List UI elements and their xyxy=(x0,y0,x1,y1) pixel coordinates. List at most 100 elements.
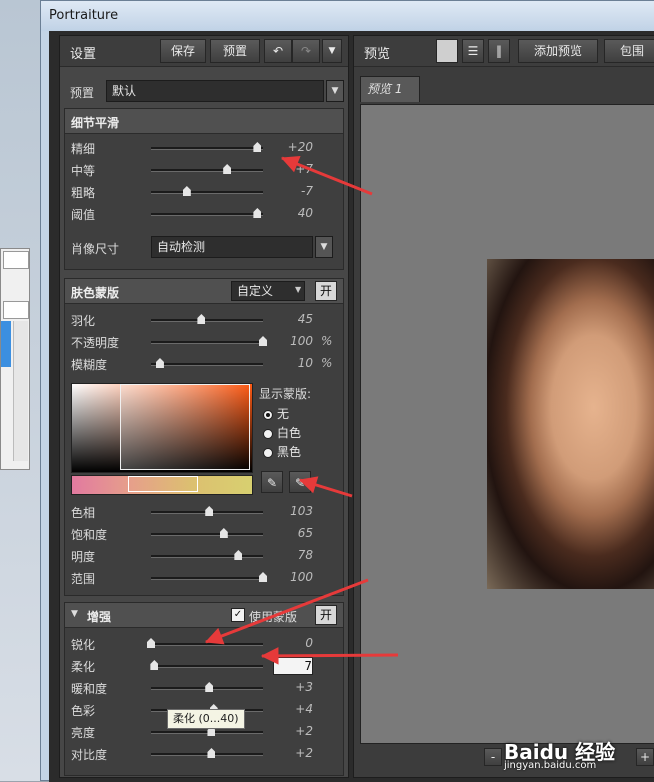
slider-row: 不透明度 100% xyxy=(65,331,343,353)
mask-radio-option[interactable]: 白色 xyxy=(263,424,301,441)
slider-value: 40 xyxy=(297,206,313,220)
skin-mask-panel: 肤色蒙版 自定义 ▼ 开 羽化 45 不透明度 100% 模糊度 10% 显示蒙版: 无白… xyxy=(64,278,344,596)
slider-thumb[interactable] xyxy=(147,638,155,648)
enhance-toggle-button[interactable]: 开 xyxy=(315,605,337,625)
slider-row: 中等 +7 xyxy=(65,159,343,181)
slider-unit: % xyxy=(321,356,333,370)
slider-track[interactable] xyxy=(151,528,263,538)
preset-label: 预置 xyxy=(70,86,95,100)
slider-row: 粗略 -7 xyxy=(65,181,343,203)
radio-dot[interactable] xyxy=(263,428,273,439)
skin-mode-chevron-down-icon[interactable]: ▼ xyxy=(295,285,301,294)
slider-track[interactable] xyxy=(151,186,263,196)
slider-value: -7 xyxy=(301,184,313,198)
collapse-chevron-down-icon[interactable]: ▼ xyxy=(71,609,78,619)
color-field[interactable] xyxy=(71,383,253,473)
preset-button[interactable]: 预置 xyxy=(210,39,260,63)
radio-dot[interactable] xyxy=(263,409,273,420)
slider-track[interactable] xyxy=(151,748,263,758)
slider-track[interactable] xyxy=(147,638,263,648)
slider-thumb[interactable] xyxy=(207,748,216,758)
slider-track[interactable] xyxy=(150,660,263,670)
title-bar[interactable]: Portraiture xyxy=(41,1,654,31)
softness-input[interactable]: 7 xyxy=(273,657,313,675)
portrait-size-select[interactable]: 自动检测 xyxy=(151,236,313,258)
slider-thumb[interactable] xyxy=(182,186,191,196)
split-horizontal-icon[interactable]: ☰ xyxy=(462,39,484,63)
slider-thumb[interactable] xyxy=(259,572,267,582)
enhance-header: ▼ 增强 ✓ 使用蒙版 开 xyxy=(65,603,343,628)
tab-preview-1[interactable]: 预览 1 xyxy=(360,76,420,102)
slider-track[interactable] xyxy=(151,682,263,692)
slider-track[interactable] xyxy=(151,336,267,346)
settings-toolbar: 设置 保存 预置 ↶ ↷ ▼ xyxy=(60,36,348,67)
color-range-box[interactable] xyxy=(120,384,250,470)
slider-label: 精细 xyxy=(71,142,96,156)
slider-label: 粗略 xyxy=(71,186,96,200)
preview-toolbar: 预览 ☰ ‖ 添加预览 包围 xyxy=(354,36,654,67)
preset-chevron-down-icon[interactable]: ▼ xyxy=(326,80,344,102)
slider-thumb[interactable] xyxy=(234,550,243,560)
zoom-in-button[interactable]: + xyxy=(636,748,654,766)
preset-select[interactable]: 默认 xyxy=(106,80,324,102)
slider-track[interactable] xyxy=(151,164,263,174)
slider-track[interactable] xyxy=(151,208,263,218)
slider-thumb[interactable] xyxy=(253,142,262,152)
settings-panel: 设置 保存 预置 ↶ ↷ ▼ 预置 默认 ▼ 细节平滑 精细 +20 中等 +7 粗略 -… xyxy=(59,35,349,778)
redo-icon[interactable]: ↷ xyxy=(292,39,320,63)
radio-dot[interactable] xyxy=(263,447,273,458)
slider-thumb[interactable] xyxy=(197,314,206,324)
slider-row: 精细 +20 xyxy=(65,137,343,159)
slider-thumb[interactable] xyxy=(205,506,214,516)
slider-row: 羽化 45 xyxy=(65,309,343,331)
add-preview-button[interactable]: 添加预览 xyxy=(518,39,598,63)
slider-track[interactable] xyxy=(151,726,263,736)
skin-title: 肤色蒙版 xyxy=(71,286,120,300)
skin-header: 肤色蒙版 自定义 ▼ 开 xyxy=(65,279,343,304)
mask-radio-option[interactable]: 无 xyxy=(263,405,289,422)
detail-header: 细节平滑 xyxy=(65,109,343,134)
portrait-size-chevron-down-icon[interactable]: ▼ xyxy=(315,236,333,258)
slider-thumb[interactable] xyxy=(155,358,164,368)
slider-track[interactable] xyxy=(151,358,263,368)
slider-value: 100 xyxy=(290,570,313,584)
save-button[interactable]: 保存 xyxy=(160,39,206,63)
slider-row: 柔化 7 xyxy=(65,655,343,677)
eyedropper-minus-icon[interactable]: ✎ xyxy=(289,471,311,493)
single-view-icon[interactable] xyxy=(436,39,458,63)
slider-label: 色相 xyxy=(71,506,96,520)
menu-chevron-down-icon[interactable]: ▼ xyxy=(322,39,342,63)
radio-label: 黑色 xyxy=(277,445,302,459)
background-field xyxy=(3,301,29,319)
zoom-out-button[interactable]: - xyxy=(484,748,502,766)
hue-range-box[interactable] xyxy=(128,476,198,492)
slider-thumb[interactable] xyxy=(205,682,214,692)
slider-thumb[interactable] xyxy=(223,164,232,174)
slider-track[interactable] xyxy=(151,550,263,560)
slider-thumb[interactable] xyxy=(219,528,228,538)
slider-track[interactable] xyxy=(151,314,263,324)
slider-value: 0 xyxy=(305,636,313,650)
bracket-button[interactable]: 包围 xyxy=(604,39,654,63)
eyedropper-icon[interactable]: ✎ xyxy=(261,471,283,493)
use-mask-checkbox[interactable]: ✓ xyxy=(231,608,245,622)
plugin-client: 设置 保存 预置 ↶ ↷ ▼ 预置 默认 ▼ 细节平滑 精细 +20 中等 +7 粗略 -… xyxy=(49,31,654,782)
slider-row: 锐化 0 xyxy=(65,633,343,655)
slider-thumb[interactable] xyxy=(259,336,267,346)
undo-icon[interactable]: ↶ xyxy=(264,39,292,63)
slider-track[interactable] xyxy=(151,506,263,516)
preview-canvas[interactable] xyxy=(360,104,654,744)
split-vertical-icon[interactable]: ‖ xyxy=(488,39,510,63)
skin-mode-select[interactable]: 自定义 xyxy=(231,281,305,301)
enhance-panel: ▼ 增强 ✓ 使用蒙版 开 锐化 0 柔化 7 暖和度 +3 色彩 +4 亮度 +2 对比度 +2 xyxy=(64,602,344,776)
slider-track[interactable] xyxy=(151,142,263,152)
skin-toggle-button[interactable]: 开 xyxy=(315,281,337,301)
preview-panel: 预览 ☰ ‖ 添加预览 包围 预览 1 - + Baidu 经验 jingyan… xyxy=(353,35,654,778)
slider-track[interactable] xyxy=(151,572,267,582)
slider-row: 模糊度 10% xyxy=(65,353,343,375)
slider-thumb[interactable] xyxy=(150,660,159,670)
slider-thumb[interactable] xyxy=(253,208,262,218)
hue-strip[interactable] xyxy=(71,475,253,495)
mask-radio-option[interactable]: 黑色 xyxy=(263,443,301,460)
slider-label: 不透明度 xyxy=(71,336,120,350)
